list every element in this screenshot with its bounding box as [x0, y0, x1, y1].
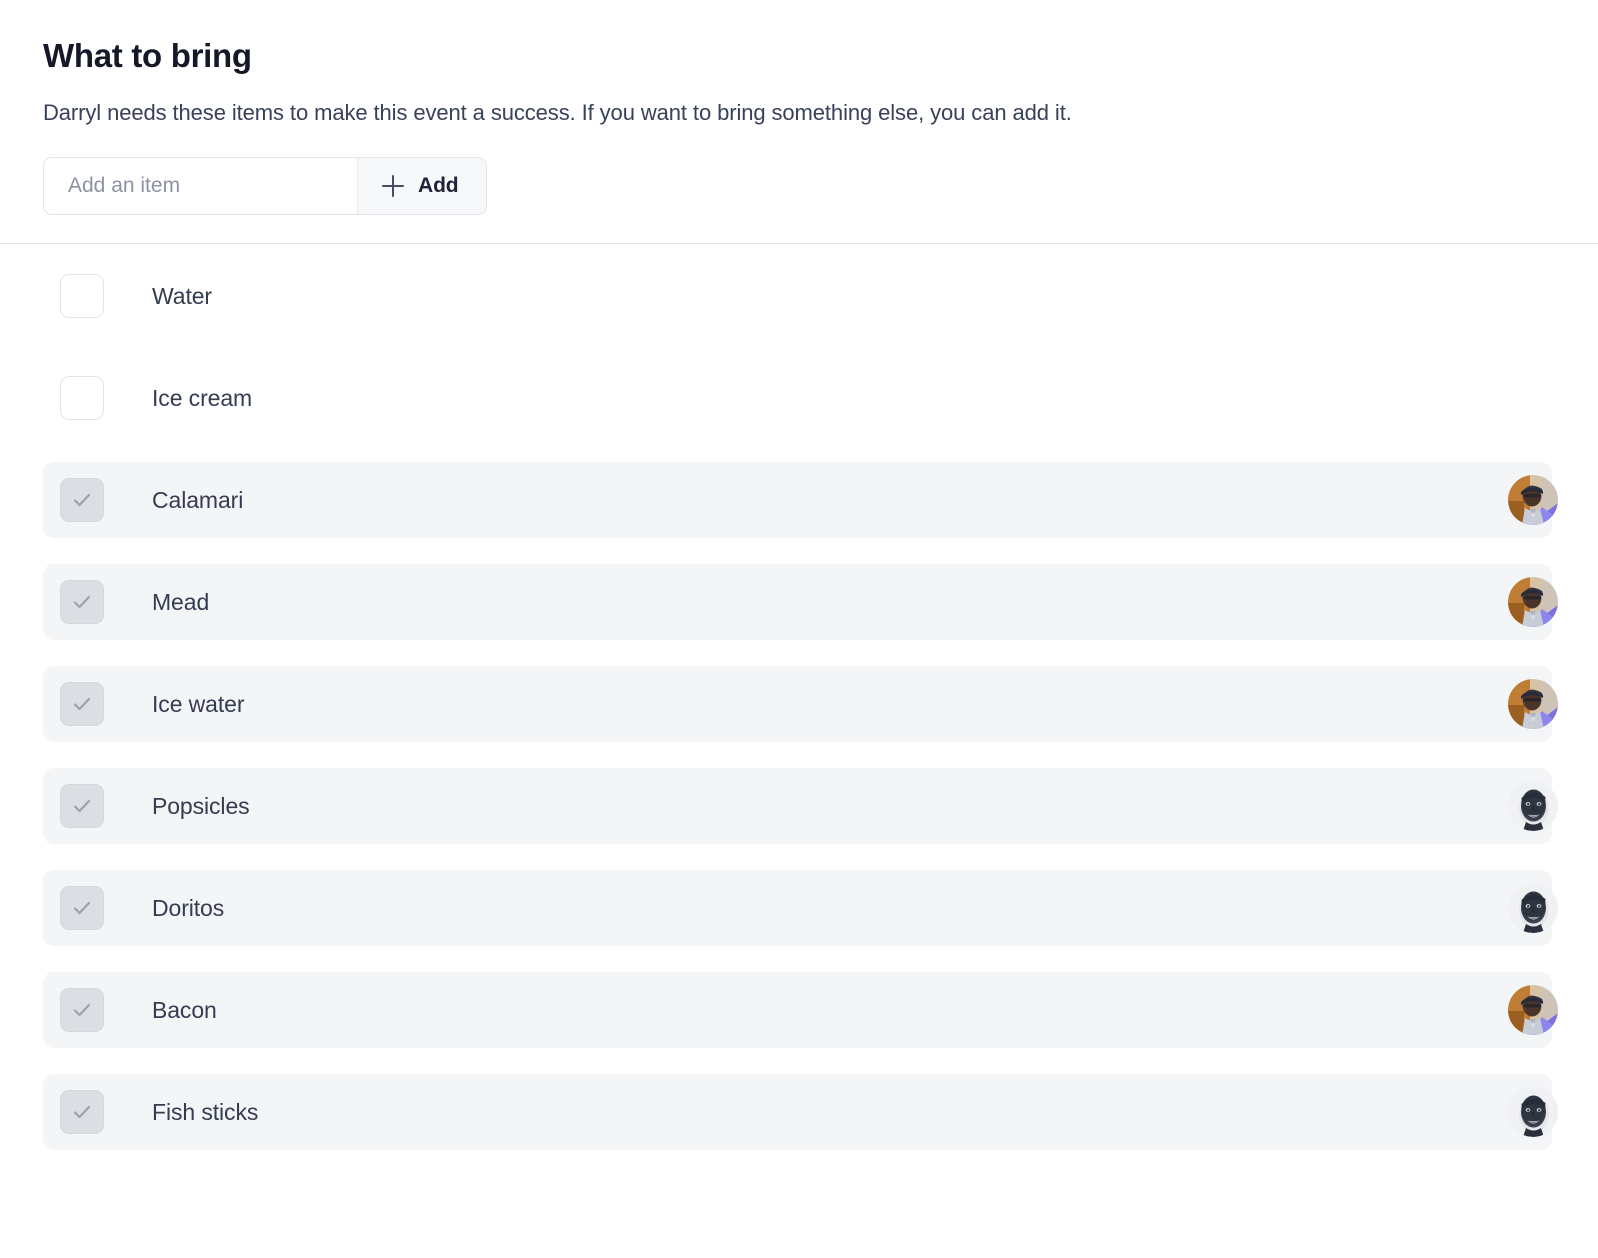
face-grayscale-avatar-image: [1508, 1087, 1558, 1137]
person-cap-purple-avatar[interactable]: [1508, 475, 1558, 525]
face-grayscale-avatar[interactable]: [1508, 883, 1558, 933]
face-grayscale-avatar-image: [1508, 883, 1558, 933]
list-item-label: Ice cream: [152, 385, 253, 411]
checkbox-checked[interactable]: [60, 784, 104, 828]
checkmark-icon: [73, 1105, 91, 1119]
list-item-label: Ice water: [152, 691, 245, 717]
bring-item-list: Water Ice cream Calamari Mead Ice water …: [0, 258, 1598, 1150]
page-header: What to bring Darryl needs these items t…: [0, 0, 1598, 215]
list-item-label: Water: [152, 283, 212, 309]
list-item-label: Mead: [152, 589, 210, 615]
checkmark-icon: [73, 697, 91, 711]
face-grayscale-avatar-image: [1508, 781, 1558, 831]
checkbox-checked[interactable]: [60, 886, 104, 930]
face-grayscale-avatar[interactable]: [1508, 1087, 1558, 1137]
list-item[interactable]: Doritos: [43, 870, 1558, 946]
checkbox-checked[interactable]: [60, 988, 104, 1032]
list-item-label: Doritos: [152, 895, 225, 921]
checkmark-icon: [73, 799, 91, 813]
person-cap-purple-avatar[interactable]: [1508, 577, 1558, 627]
person-cap-purple-avatar-image: [1508, 985, 1558, 1035]
page-title: What to bring: [43, 37, 252, 74]
person-cap-purple-avatar-image: [1508, 475, 1558, 525]
list-item-label: Fish sticks: [152, 1099, 259, 1125]
person-cap-purple-avatar-image: [1508, 577, 1558, 627]
list-item-label: Popsicles: [152, 793, 250, 819]
list-item[interactable]: Popsicles: [43, 768, 1558, 844]
list-item[interactable]: Water: [43, 258, 1552, 334]
checkbox-checked[interactable]: [60, 682, 104, 726]
list-item[interactable]: Fish sticks: [43, 1074, 1558, 1150]
what-to-bring-page: What to bring Darryl needs these items t…: [0, 0, 1598, 1258]
add-button-label: Add: [418, 174, 459, 197]
list-item[interactable]: Ice water: [43, 666, 1558, 742]
checkbox-checked[interactable]: [60, 1090, 104, 1134]
list-item-label: Calamari: [152, 487, 244, 513]
checkbox-unchecked[interactable]: [60, 376, 104, 420]
list-item[interactable]: Calamari: [43, 462, 1558, 538]
checkbox-unchecked[interactable]: [60, 274, 104, 318]
checkbox-checked[interactable]: [60, 478, 104, 522]
person-cap-purple-avatar-image: [1508, 679, 1558, 729]
checkbox-checked[interactable]: [60, 580, 104, 624]
add-item-input[interactable]: [44, 158, 357, 214]
add-item-row: Add: [43, 128, 1555, 215]
checkmark-icon: [73, 493, 91, 507]
list-item-label: Bacon: [152, 997, 217, 1023]
checkmark-icon: [73, 595, 91, 609]
list-item[interactable]: Ice cream: [43, 360, 1552, 436]
checkmark-icon: [73, 1003, 91, 1017]
person-cap-purple-avatar[interactable]: [1508, 985, 1558, 1035]
add-item-button[interactable]: Add: [357, 158, 486, 214]
list-item[interactable]: Bacon: [43, 972, 1558, 1048]
header-divider: [0, 243, 1598, 244]
checkmark-icon: [73, 901, 91, 915]
page-description: Darryl needs these items to make this ev…: [43, 100, 1072, 125]
person-cap-purple-avatar[interactable]: [1508, 679, 1558, 729]
list-item[interactable]: Mead: [43, 564, 1558, 640]
face-grayscale-avatar[interactable]: [1508, 781, 1558, 831]
plus-icon: [382, 175, 404, 197]
add-item-group: Add: [43, 157, 487, 215]
